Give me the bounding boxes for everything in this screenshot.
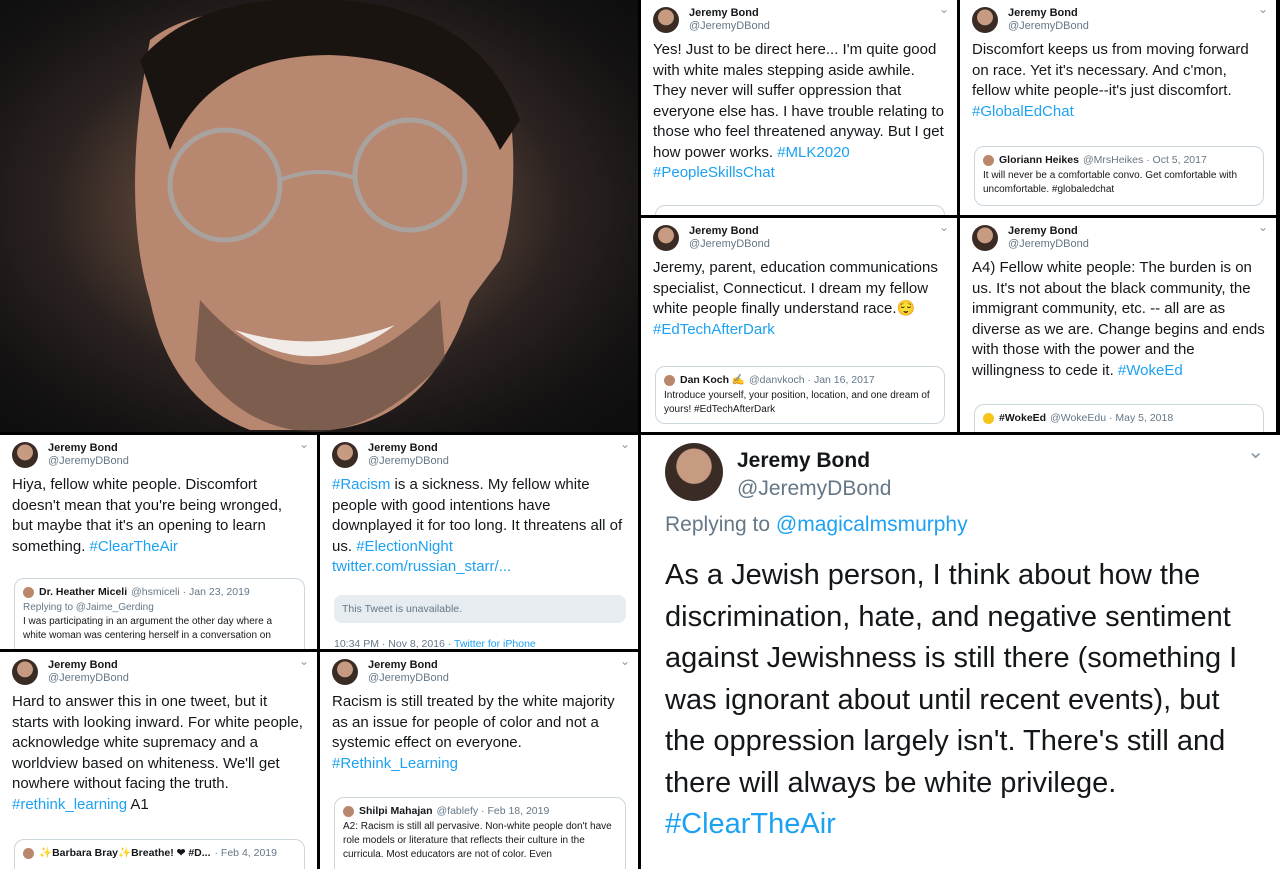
quoted-tweet-edge[interactable] bbox=[655, 205, 945, 215]
tweet-header: Jeremy Bond @JeremyDBond bbox=[972, 225, 1089, 251]
author-name[interactable]: Jeremy Bond bbox=[1008, 7, 1089, 20]
tweet-header: Jeremy Bond @JeremyDBond bbox=[972, 7, 1089, 33]
chevron-down-icon[interactable]: ⌄ bbox=[1258, 2, 1268, 16]
chevron-down-icon[interactable]: ⌄ bbox=[299, 654, 309, 668]
quoted-tweet[interactable]: ✨Barbara Bray✨Breathe! ❤ #D... · Feb 4, 2… bbox=[14, 839, 305, 869]
tweet-card[interactable]: Jeremy Bond @JeremyDBond ⌄ Racism is stil… bbox=[320, 652, 638, 869]
quoted-text: I was participating in an argument the o… bbox=[23, 616, 273, 641]
quoted-text: A2: Racism is still all pervasive. Non-w… bbox=[343, 821, 612, 860]
quoted-tweet[interactable]: #WokeEd @WokeEdu · May 5, 2018 bbox=[974, 404, 1264, 432]
hashtag-link[interactable]: #GlobalEdChat bbox=[972, 103, 1074, 120]
avatar bbox=[983, 412, 994, 424]
tweet-header: Jeremy Bond @JeremyDBond bbox=[653, 225, 770, 251]
author-handle[interactable]: @JeremyDBond bbox=[737, 475, 891, 503]
author-name[interactable]: Jeremy Bond bbox=[689, 225, 770, 238]
tweet-card[interactable]: Jeremy Bond @JeremyDBond ⌄ Hard to answer… bbox=[0, 652, 317, 869]
tweet-header: Jeremy Bond @JeremyDBond bbox=[12, 442, 129, 468]
tweet-card-large[interactable]: Jeremy Bond @JeremyDBond ⌄ Replying to @m… bbox=[641, 435, 1280, 869]
author-name[interactable]: Jeremy Bond bbox=[48, 659, 129, 672]
tweet-header: Jeremy Bond @JeremyDBond bbox=[12, 659, 129, 685]
avatar[interactable] bbox=[332, 442, 358, 468]
chevron-down-icon[interactable]: ⌄ bbox=[620, 654, 630, 668]
author-handle[interactable]: @JeremyDBond bbox=[368, 455, 449, 468]
quoted-tweet[interactable]: Gloriann Heikes @MrsHeikes · Oct 5, 2017 … bbox=[974, 146, 1264, 206]
hashtag-link[interactable]: #ClearTheAir bbox=[665, 808, 836, 840]
author-name[interactable]: Jeremy Bond bbox=[689, 7, 770, 20]
replying-to: Replying to @Jaime_Gerding bbox=[23, 602, 154, 613]
chevron-down-icon[interactable]: ⌄ bbox=[1258, 220, 1268, 234]
chevron-down-icon[interactable]: ⌄ bbox=[939, 220, 949, 234]
avatar[interactable] bbox=[653, 225, 679, 251]
tweet-meta: 10:34 PM · Nov 8, 2016 · Twitter for iPh… bbox=[334, 638, 536, 649]
hashtag-link[interactable]: #ClearTheAir bbox=[90, 538, 178, 555]
tweet-text: Discomfort keeps us from moving forward … bbox=[972, 41, 1249, 120]
tweet-card[interactable]: Jeremy Bond @JeremyDBond ⌄ A4) Fellow whi… bbox=[960, 218, 1276, 432]
author-handle[interactable]: @JeremyDBond bbox=[368, 672, 449, 685]
tweet-text: A4) Fellow white people: The burden is o… bbox=[972, 259, 1265, 379]
hashtag-link[interactable]: #Racism bbox=[332, 476, 390, 493]
tweet-text: Jeremy, parent, education communications… bbox=[653, 259, 938, 338]
tweet-header: Jeremy Bond @JeremyDBond bbox=[332, 442, 449, 468]
tweet-text: Racism is still treated by the white maj… bbox=[332, 693, 615, 772]
avatar bbox=[983, 154, 994, 166]
quoted-tweet[interactable]: Dr. Heather Miceli @hsmiceli · Jan 23, 20… bbox=[14, 578, 305, 649]
hashtag-link[interactable]: #rethink_learning bbox=[12, 796, 127, 813]
tweet-text: Yes! Just to be direct here... I'm quite… bbox=[653, 41, 945, 181]
author-handle[interactable]: @JeremyDBond bbox=[689, 238, 770, 251]
author-handle[interactable]: @JeremyDBond bbox=[689, 20, 770, 33]
author-handle[interactable]: @JeremyDBond bbox=[1008, 20, 1089, 33]
source-link[interactable]: Twitter for iPhone bbox=[454, 638, 536, 649]
unavailable-tweet: This Tweet is unavailable. bbox=[334, 595, 626, 623]
tweet-text: Hiya, fellow white people. Discomfort do… bbox=[12, 476, 283, 555]
chevron-down-icon[interactable]: ⌄ bbox=[299, 437, 309, 451]
avatar[interactable] bbox=[12, 659, 38, 685]
url-link[interactable]: twitter.com/russian_starr/... bbox=[332, 558, 511, 575]
author-name[interactable]: Jeremy Bond bbox=[368, 442, 449, 455]
tweet-card[interactable]: Jeremy Bond @JeremyDBond ⌄ Discomfort kee… bbox=[960, 0, 1276, 215]
tweet-card[interactable]: Jeremy Bond @JeremyDBond ⌄ Yes! Just to b… bbox=[641, 0, 957, 215]
avatar bbox=[23, 586, 34, 598]
author-handle[interactable]: @JeremyDBond bbox=[48, 455, 129, 468]
avatar[interactable] bbox=[665, 443, 723, 501]
tweet-header: Jeremy Bond @JeremyDBond bbox=[653, 7, 770, 33]
quoted-text: Introduce yourself, your position, locat… bbox=[664, 390, 930, 415]
tweet-text: #Racism is a sickness. My fellow white p… bbox=[332, 476, 623, 575]
quoted-tweet[interactable]: Shilpi Mahajan @fablefy · Feb 18, 2019 A2… bbox=[334, 797, 626, 869]
avatar[interactable] bbox=[972, 7, 998, 33]
person-photo-icon bbox=[135, 0, 520, 432]
author-name[interactable]: Jeremy Bond bbox=[737, 447, 891, 475]
tweet-text: As a Jewish person, I think about how th… bbox=[665, 559, 1238, 840]
chevron-down-icon[interactable]: ⌄ bbox=[620, 437, 630, 451]
hashtag-link[interactable]: #ElectionNight bbox=[356, 538, 453, 555]
author-name[interactable]: Jeremy Bond bbox=[368, 659, 449, 672]
author-name[interactable]: Jeremy Bond bbox=[1008, 225, 1089, 238]
author-handle[interactable]: @JeremyDBond bbox=[48, 672, 129, 685]
avatar[interactable] bbox=[972, 225, 998, 251]
quoted-tweet[interactable]: Dan Koch ✍ @danvkoch · Jan 16, 2017 Intro… bbox=[655, 366, 945, 424]
mention-link[interactable]: @magicalmsmurphy bbox=[776, 513, 968, 536]
chevron-down-icon[interactable]: ⌄ bbox=[1247, 439, 1264, 464]
tweet-text: Hard to answer this in one tweet, but it… bbox=[12, 693, 303, 813]
tweet-card[interactable]: Jeremy Bond @JeremyDBond ⌄ #Racism is a s… bbox=[320, 435, 638, 649]
tweet-header: Jeremy Bond @JeremyDBond bbox=[332, 659, 449, 685]
quoted-text: It will never be a comfortable convo. Ge… bbox=[983, 170, 1238, 195]
replying-to: Replying to @magicalmsmurphy bbox=[665, 513, 968, 536]
tweet-card[interactable]: Jeremy Bond @JeremyDBond ⌄ Hiya, fellow w… bbox=[0, 435, 317, 649]
avatar[interactable] bbox=[12, 442, 38, 468]
avatar[interactable] bbox=[653, 7, 679, 33]
tweet-header: Jeremy Bond @JeremyDBond bbox=[665, 443, 891, 503]
tweet-card[interactable]: Jeremy Bond @JeremyDBond ⌄ Jeremy, parent… bbox=[641, 218, 957, 432]
avatar bbox=[343, 805, 354, 817]
hashtag-link[interactable]: #EdTechAfterDark bbox=[653, 321, 775, 338]
author-name[interactable]: Jeremy Bond bbox=[48, 442, 129, 455]
portrait-photo bbox=[0, 0, 638, 432]
avatar bbox=[664, 374, 675, 386]
hashtag-link[interactable]: #WokeEd bbox=[1118, 362, 1183, 379]
avatar[interactable] bbox=[332, 659, 358, 685]
hashtag-link[interactable]: #Rethink_Learning bbox=[332, 755, 458, 772]
chevron-down-icon[interactable]: ⌄ bbox=[939, 2, 949, 16]
author-handle[interactable]: @JeremyDBond bbox=[1008, 238, 1089, 251]
avatar bbox=[23, 847, 34, 859]
